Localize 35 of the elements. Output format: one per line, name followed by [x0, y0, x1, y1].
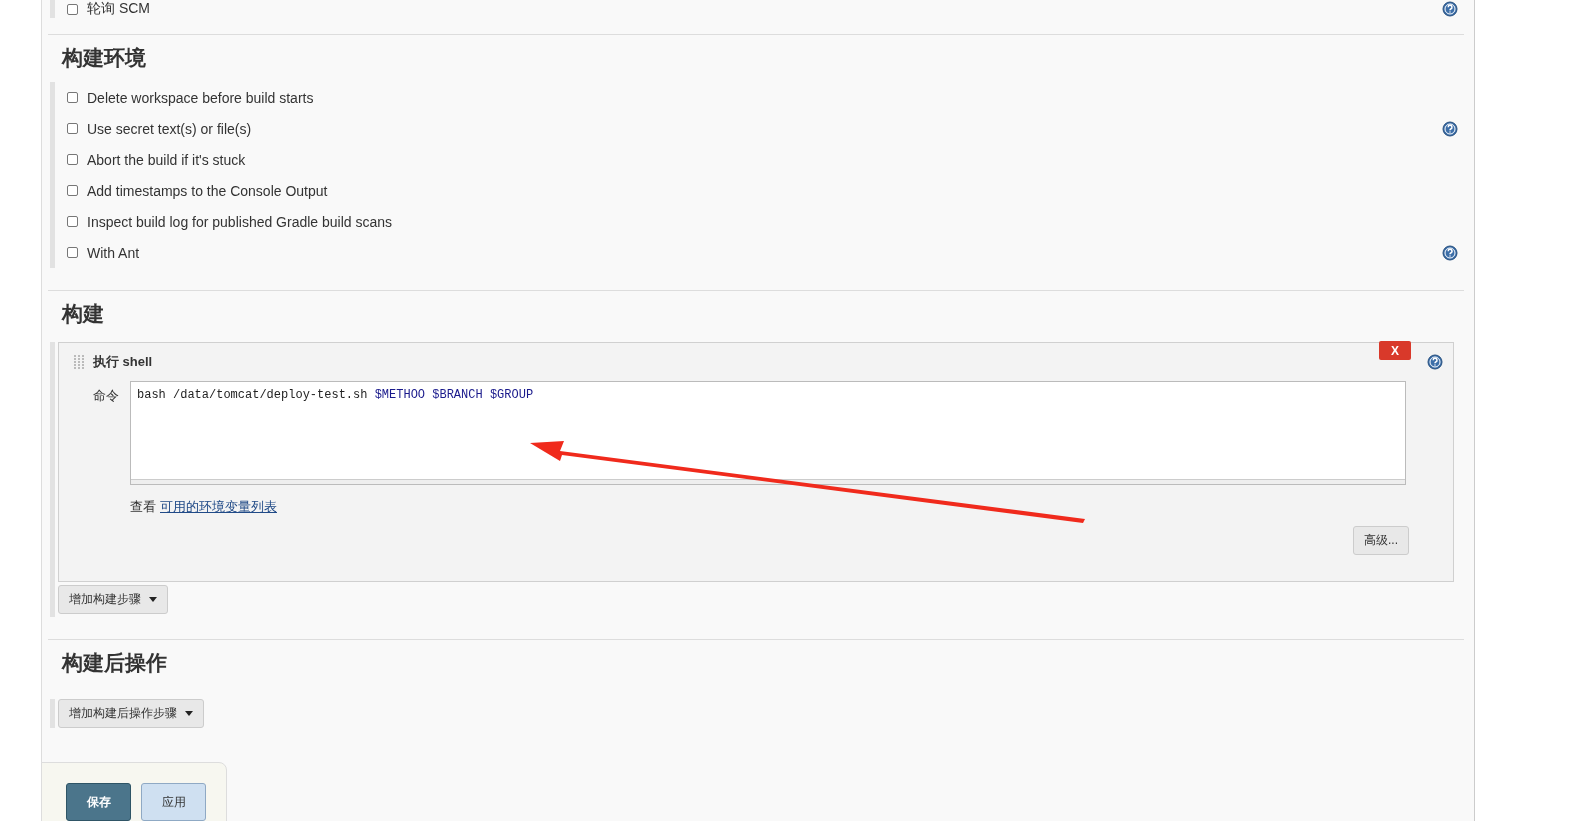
- add-build-step-button[interactable]: 增加构建步骤: [58, 585, 168, 614]
- checkbox[interactable]: [67, 185, 78, 196]
- env-variables-link[interactable]: 可用的环境变量列表: [160, 499, 277, 514]
- option-label: 轮询 SCM: [87, 0, 150, 18]
- apply-button[interactable]: 应用: [141, 783, 206, 821]
- field-label: 命令: [93, 387, 120, 405]
- option-label: Delete workspace before build starts: [87, 89, 314, 106]
- save-button[interactable]: 保存: [66, 783, 131, 821]
- delete-button[interactable]: X: [1379, 341, 1411, 360]
- checkbox[interactable]: [67, 92, 78, 103]
- add-post-build-step-button[interactable]: 增加构建后操作步骤: [58, 699, 204, 728]
- checkbox[interactable]: [67, 123, 78, 134]
- checkbox[interactable]: [67, 216, 78, 227]
- option-label: Abort the build if it's stuck: [87, 151, 246, 168]
- section-heading: 构建: [60, 301, 105, 327]
- help-icon[interactable]: [1442, 244, 1458, 261]
- checkbox[interactable]: [67, 247, 78, 258]
- caret-icon: [185, 711, 193, 716]
- help-icon[interactable]: [1442, 1, 1458, 17]
- option-label: Use secret text(s) or file(s): [87, 120, 252, 137]
- env-prefix: 查看: [130, 499, 156, 514]
- caret-icon: [149, 597, 157, 602]
- help-icon[interactable]: [1442, 120, 1458, 137]
- advanced-button[interactable]: 高级...: [1353, 526, 1409, 555]
- section-heading: 构建环境: [60, 45, 147, 71]
- checkbox[interactable]: [67, 3, 78, 15]
- option-label: Inspect build log for published Gradle build scans: [87, 213, 393, 230]
- option-label: With Ant: [87, 244, 140, 261]
- checkbox[interactable]: [67, 154, 78, 165]
- option-label: Add timestamps to the Console Output: [87, 182, 328, 199]
- step-title: 执行 shell: [93, 353, 153, 371]
- command-field[interactable]: bash /data/tomcat/deploy-test.sh $METHOO $BRANCH $GROUP: [130, 381, 1406, 485]
- section-heading: 构建后操作: [60, 650, 168, 676]
- drag-handle-icon[interactable]: [73, 354, 85, 370]
- help-icon[interactable]: [1427, 354, 1443, 370]
